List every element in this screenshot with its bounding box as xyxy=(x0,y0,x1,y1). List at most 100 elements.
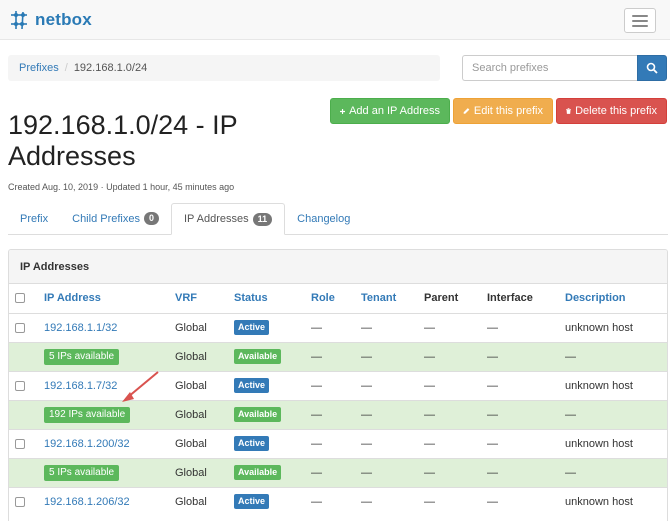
column-header-ip-address[interactable]: IP Address xyxy=(39,284,170,314)
parent-cell: — xyxy=(419,457,482,487)
vrf-cell: Global xyxy=(170,457,229,487)
checkbox-cell xyxy=(9,486,39,516)
parent-cell: — xyxy=(419,341,482,371)
table-row: 192.168.1.206/32 Global Active — — — — unknown … xyxy=(9,486,667,516)
tab-label: Child Prefixes xyxy=(72,212,140,225)
interface-cell: — xyxy=(482,312,560,342)
ip-address-cell: 192.168.1.7/32 xyxy=(39,370,170,400)
status-badge: Active xyxy=(234,494,270,510)
column-header-parent: Parent xyxy=(419,284,482,314)
parent-cell: — xyxy=(419,428,482,458)
plus-icon xyxy=(340,108,346,114)
column-header-tenant[interactable]: Tenant xyxy=(356,284,419,314)
ip-addresses-table: IP Address VRF Status Role Tenant Parent… xyxy=(9,284,667,516)
action-buttons: Add an IP Address Edit this prefix Delet… xyxy=(330,98,667,124)
menu-toggle-button[interactable] xyxy=(624,8,656,33)
count-badge: 11 xyxy=(252,212,273,226)
available-ips-link[interactable]: 5 IPs available xyxy=(44,348,120,365)
add-ip-address-button[interactable]: Add an IP Address xyxy=(330,98,450,124)
edit-prefix-label: Edit this prefix xyxy=(473,105,543,117)
checkbox-cell xyxy=(9,457,39,487)
tab-ip-addresses[interactable]: IP Addresses 11 xyxy=(171,203,286,235)
checkbox-cell xyxy=(9,312,39,342)
tenant-cell: — xyxy=(356,341,419,371)
tenant-cell: — xyxy=(356,428,419,458)
ip-addresses-panel: IP Addresses IP Address VRF Status Role … xyxy=(8,249,668,521)
pencil-icon xyxy=(463,108,470,114)
role-cell: — xyxy=(306,486,356,516)
status-badge: Available xyxy=(234,349,282,364)
add-ip-address-label: Add an IP Address xyxy=(349,105,440,117)
column-header-status[interactable]: Status xyxy=(229,284,306,314)
delete-prefix-button[interactable]: Delete this prefix xyxy=(556,98,667,124)
ip-address-cell: 192.168.1.206/32 xyxy=(39,486,170,516)
interface-cell: — xyxy=(482,341,560,371)
description-cell: unknown host xyxy=(560,486,667,516)
ip-address-cell: 192.168.1.200/32 xyxy=(39,428,170,458)
description-cell: unknown host xyxy=(560,428,667,458)
tab-changelog[interactable]: Changelog xyxy=(285,203,362,234)
search-button[interactable] xyxy=(637,55,667,81)
breadcrumb: Prefixes / 192.168.1.0/24 xyxy=(8,55,440,81)
row-checkbox[interactable] xyxy=(15,380,25,391)
parent-cell: — xyxy=(419,312,482,342)
status-cell: Available xyxy=(229,457,306,487)
role-cell: — xyxy=(306,312,356,342)
edit-prefix-button[interactable]: Edit this prefix xyxy=(453,98,553,124)
interface-cell: — xyxy=(482,486,560,516)
select-all-checkbox[interactable] xyxy=(15,293,25,304)
trash-icon xyxy=(566,108,572,114)
row-checkbox[interactable] xyxy=(15,496,25,507)
ip-address-link[interactable]: 192.168.1.206/32 xyxy=(44,496,130,508)
column-header-interface: Interface xyxy=(482,284,560,314)
ip-address-link[interactable]: 192.168.1.1/32 xyxy=(44,322,117,334)
tenant-cell: — xyxy=(356,399,419,429)
role-cell: — xyxy=(306,457,356,487)
breadcrumb-separator: / xyxy=(64,62,68,74)
table-row: 192.168.1.7/32 Global Active — — — — unknown ho… xyxy=(9,370,667,400)
status-cell: Active xyxy=(229,486,306,516)
tenant-cell: — xyxy=(356,370,419,400)
tenant-cell: — xyxy=(356,457,419,487)
table-header-row: IP Address VRF Status Role Tenant Parent… xyxy=(9,284,667,314)
brand-link[interactable]: netbox xyxy=(8,9,92,31)
vrf-cell: Global xyxy=(170,341,229,371)
status-badge: Active xyxy=(234,320,270,335)
panel-heading: IP Addresses xyxy=(9,250,667,284)
hamburger-icon xyxy=(632,14,648,17)
search-form xyxy=(462,55,667,81)
tab-label: Prefix xyxy=(20,212,49,225)
ip-address-link[interactable]: 192.168.1.7/32 xyxy=(44,380,117,392)
row-checkbox[interactable] xyxy=(15,322,25,333)
column-header-description[interactable]: Description xyxy=(560,284,667,314)
breadcrumb-prefixes-link[interactable]: Prefixes xyxy=(19,62,59,74)
tab-child-prefixes[interactable]: Child Prefixes 0 xyxy=(60,203,171,234)
table-row: 192.168.1.1/32 Global Active — — — — unknown ho… xyxy=(9,312,667,342)
interface-cell: — xyxy=(482,428,560,458)
description-cell: — xyxy=(560,341,667,371)
status-badge: Active xyxy=(234,436,270,451)
status-badge: Available xyxy=(234,465,282,480)
count-badge: 0 xyxy=(143,212,159,225)
available-ips-link[interactable]: 5 IPs available xyxy=(44,464,120,481)
search-input[interactable] xyxy=(462,55,637,81)
created-updated-meta: Created Aug. 10, 2019 · Updated 1 hour, … xyxy=(8,182,235,192)
description-cell: unknown host xyxy=(560,312,667,342)
available-cell: 192 IPs available xyxy=(39,399,170,429)
role-cell: — xyxy=(306,341,356,371)
checkbox-cell xyxy=(9,370,39,400)
ip-address-link[interactable]: 192.168.1.200/32 xyxy=(44,438,130,450)
row-checkbox[interactable] xyxy=(15,438,25,449)
interface-cell: — xyxy=(482,457,560,487)
breadcrumb-current: 192.168.1.0/24 xyxy=(73,62,148,74)
column-header-role[interactable]: Role xyxy=(306,284,356,314)
vrf-cell: Global xyxy=(170,370,229,400)
column-header-vrf[interactable]: VRF xyxy=(170,284,229,314)
vrf-cell: Global xyxy=(170,312,229,342)
status-cell: Active xyxy=(229,370,306,400)
tab-prefix[interactable]: Prefix xyxy=(8,203,60,234)
available-ips-link[interactable]: 192 IPs available xyxy=(44,406,131,423)
interface-cell: — xyxy=(482,399,560,429)
status-badge: Active xyxy=(234,378,270,393)
status-badge: Available xyxy=(234,407,282,422)
